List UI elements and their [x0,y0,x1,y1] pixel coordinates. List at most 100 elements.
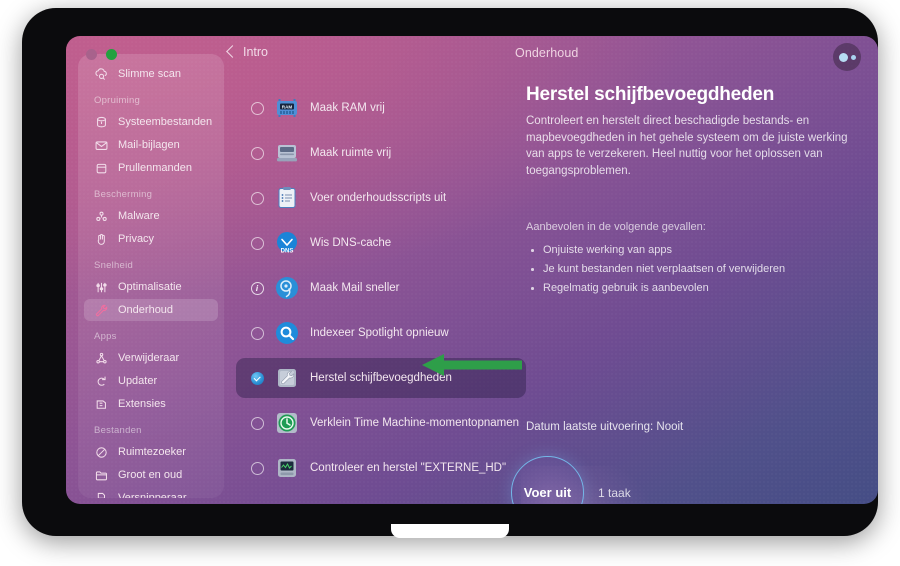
task-row-dns-cache[interactable]: DNS Wis DNS-cache [236,223,526,263]
close-button[interactable] [86,49,97,60]
sidebar-item-prullenmanden[interactable]: Prullenmanden [84,157,218,179]
space-lens-icon [94,445,109,460]
run-button-label: Voer uit [523,485,572,500]
device-bezel: Intro Onderhoud Slimme scan Opruiming Sy… [22,8,878,538]
detail-panel: Herstel schijfbevoegdheden Controleert e… [526,84,856,298]
task-row-maak-ruimte-vrij[interactable]: Maak ruimte vrij [236,133,526,173]
sidebar-item-label: Malware [118,210,160,222]
sidebar-group-header: Apps [94,331,117,342]
task-row-maak-ram-vrij[interactable]: RAM Maak RAM vrij [236,88,526,128]
task-label: Controleer en herstel "EXTERNE_HD" [310,462,507,474]
page-title: Onderhoud [515,46,579,60]
task-info-icon[interactable]: i [244,281,270,295]
sidebar-item-label: Updater [118,375,158,387]
disk-permissions-wrench-icon [274,365,300,391]
task-row-maak-mail-sneller[interactable]: i Maak Mail sneller [236,268,526,308]
svg-text:DNS: DNS [281,249,294,255]
avatar-eye-right-icon [850,55,856,60]
avatar[interactable] [833,43,861,71]
malware-icon [94,209,109,224]
task-checkbox[interactable] [244,326,270,340]
system-files-icon [94,115,109,130]
time-machine-icon [274,410,300,436]
sidebar-item-extensies[interactable]: Extensies [84,393,218,415]
screenshot-root: Intro Onderhoud Slimme scan Opruiming Sy… [0,0,900,566]
sidebar: Slimme scan Opruiming Systeembestanden M… [78,54,224,498]
detail-title: Herstel schijfbevoegdheden [526,84,775,105]
back-button[interactable]: Intro [226,45,269,59]
sidebar-item-label: Verwijderaar [118,352,180,364]
svg-text:RAM: RAM [282,104,293,109]
sidebar-item-label: Privacy [118,233,155,245]
sidebar-item-onderhoud[interactable]: Onderhoud [84,299,218,321]
task-row-time-machine[interactable]: Verklein Time Machine-momentopnamen [236,403,526,443]
spotlight-search-icon [274,320,300,346]
sidebar-item-label: Onderhoud [118,304,174,316]
sidebar-item-verwijderaar[interactable]: Verwijderaar [84,347,218,369]
maximize-button[interactable] [106,49,117,60]
ram-chip-icon: RAM [274,95,300,121]
large-old-files-icon [94,468,109,483]
task-count-label: 1 taak [598,485,631,500]
sidebar-item-label: Systeembestanden [118,116,213,128]
chevron-left-icon [226,45,239,58]
sidebar-item-updater[interactable]: Updater [84,370,218,392]
uninstaller-icon [94,351,109,366]
shredder-icon [94,491,109,498]
task-label: Maak RAM vrij [310,102,385,114]
free-space-icon [274,140,300,166]
sidebar-item-label: Prullenmanden [118,162,192,174]
bezel-notch [391,524,509,538]
sidebar-item-privacy[interactable]: Privacy [84,228,218,250]
sidebar-item-label: Extensies [118,398,166,410]
run-button[interactable]: Voer uit [511,456,584,504]
task-label: Indexeer Spotlight opnieuw [310,327,449,339]
sidebar-item-label: Optimalisatie [118,281,182,293]
task-checkbox[interactable] [244,101,270,115]
last-run-label: Datum laatste uitvoering: Nooit [526,421,684,433]
sidebar-item-malware[interactable]: Malware [84,205,218,227]
sidebar-group-header: Snelheid [94,260,133,271]
task-checkbox[interactable] [244,236,270,250]
sidebar-item-optimalisatie[interactable]: Optimalisatie [84,276,218,298]
sidebar-item-label: Versnipperaar [118,492,187,498]
sidebar-group-header: Opruiming [94,95,141,106]
task-list: RAM Maak RAM vrij Maak ruimte vrij Voer … [236,88,526,493]
dns-icon: DNS [274,230,300,256]
detail-description: Controleert en herstelt direct beschadig… [526,115,848,177]
task-row-controleer-externe-hd[interactable]: Controleer en herstel "EXTERNE_HD" [236,448,526,488]
privacy-hand-icon [94,232,109,247]
task-label: Voer onderhoudsscripts uit [310,192,447,204]
task-checkbox-checked[interactable] [244,371,270,385]
task-checkbox[interactable] [244,461,270,475]
task-label: Maak ruimte vrij [310,147,392,159]
back-button-label: Intro [243,45,269,59]
titlebar: Intro Onderhoud [66,36,878,76]
clipboard-script-icon [274,185,300,211]
sidebar-item-label: Mail-bijlagen [118,139,180,151]
sidebar-item-label: Groot en oud [118,469,183,481]
maintenance-wrench-icon [94,303,109,318]
updater-icon [94,374,109,389]
list-item: Onjuiste werking van apps [526,241,856,260]
extensions-icon [94,397,109,412]
task-row-spotlight-index[interactable]: Indexeer Spotlight opnieuw [236,313,526,353]
sidebar-item-systeembestanden[interactable]: Systeembestanden [84,111,218,133]
task-label: Maak Mail sneller [310,282,400,294]
sidebar-group-header: Bescherming [94,189,153,200]
sliders-icon [94,280,109,295]
sidebar-item-groot-en-oud[interactable]: Groot en oud [84,464,218,486]
avatar-eye-left-icon [838,52,848,62]
task-checkbox[interactable] [244,416,270,430]
mail-speedup-icon [274,275,300,301]
window-traffic-lights[interactable] [86,49,117,60]
mail-icon [94,138,109,153]
task-label: Verklein Time Machine-momentopnamen [310,417,520,429]
task-row-onderhoudsscripts[interactable]: Voer onderhoudsscripts uit [236,178,526,218]
external-disk-icon [274,455,300,481]
sidebar-item-ruimtezoeker[interactable]: Ruimtezoeker [84,441,218,463]
task-checkbox[interactable] [244,146,270,160]
sidebar-item-versnipperaar[interactable]: Versnipperaar [84,487,218,498]
sidebar-item-mail-bijlagen[interactable]: Mail-bijlagen [84,134,218,156]
task-checkbox[interactable] [244,191,270,205]
